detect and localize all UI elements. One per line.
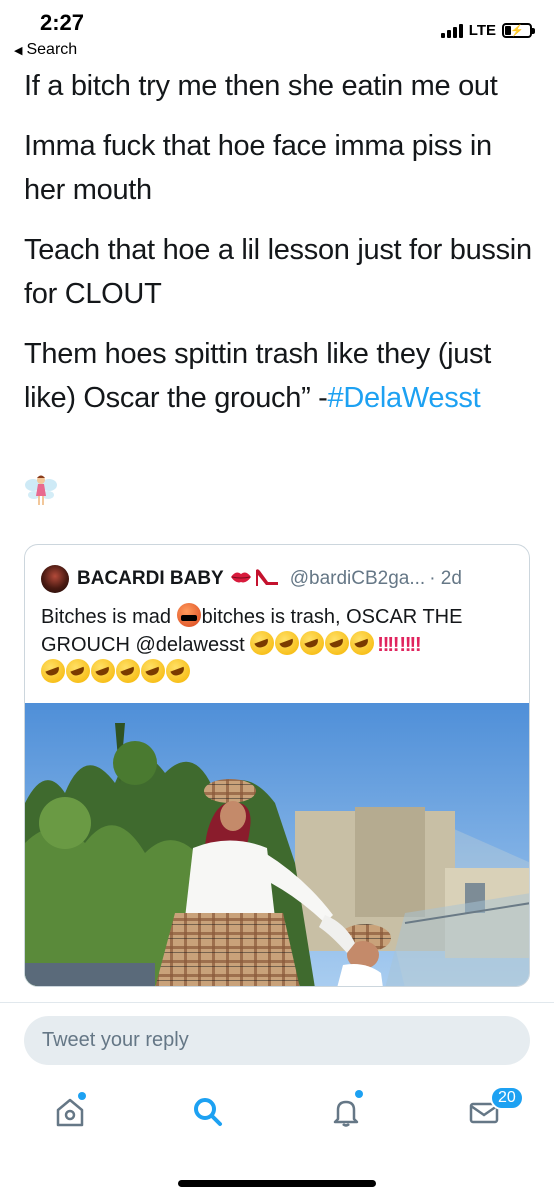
status-time: 2:27: [40, 10, 85, 35]
quoted-text-part: Bitches is mad: [41, 606, 172, 628]
quoted-author-name: BACARDI BABY: [77, 568, 224, 589]
back-arrow-icon: ◀: [14, 44, 23, 57]
quoted-tweet-text: Bitches is mad bitches is trash, OSCAR T…: [41, 603, 521, 687]
tweet-line: If a bitch try me then she eatin me out: [24, 70, 498, 102]
rofl-icon: [166, 659, 190, 683]
back-label: Search: [26, 41, 78, 58]
tweet-body: If a bitch try me then she eatin me out …: [24, 64, 536, 436]
tweet-line: Imma fuck that hoe face imma piss in her…: [24, 130, 492, 206]
reply-input[interactable]: Tweet your reply: [24, 1016, 530, 1065]
rofl-icon: [300, 631, 325, 655]
tweet-line: Teach that hoe a lil lesson just for bus…: [24, 234, 532, 310]
quoted-tweet-time: · 2d: [429, 568, 462, 589]
rofl-icon: [325, 631, 350, 655]
tab-bar: 20: [0, 1080, 554, 1160]
avatar[interactable]: [41, 565, 69, 593]
hashtag-link[interactable]: #DelaWesst: [328, 382, 481, 414]
unread-dot: [355, 1090, 363, 1098]
cursing-face-icon: [176, 603, 201, 627]
network-type: LTE: [468, 22, 496, 39]
divider: [0, 1002, 554, 1003]
quoted-tweet-card[interactable]: BACARDI BABY @bardiCB2ga... · 2d Bitches…: [24, 544, 530, 987]
tab-home[interactable]: [50, 1092, 90, 1134]
fairy-icon: [24, 472, 58, 508]
home-icon: [53, 1095, 87, 1134]
notifications-icon: [329, 1095, 363, 1134]
status-indicators: LTE ⚡: [440, 22, 535, 39]
double-exclamation-icon: ‼‼: [377, 634, 399, 656]
rofl-icon: [275, 631, 300, 655]
rofl-icon: [91, 659, 115, 683]
messages-badge: 20: [490, 1086, 524, 1110]
quoted-author-handle: @bardiCB2ga...: [289, 568, 426, 589]
rofl-icon: [350, 631, 375, 655]
search-icon: [191, 1095, 225, 1134]
unread-dot: [78, 1092, 86, 1100]
rofl-icon: [66, 659, 90, 683]
reply-placeholder: Tweet your reply: [42, 1029, 189, 1051]
rofl-icon: [250, 631, 275, 655]
rofl-icon: [116, 659, 140, 683]
charging-bolt-icon: ⚡: [510, 25, 524, 37]
tab-notifications[interactable]: [326, 1090, 366, 1134]
home-indicator[interactable]: [178, 1180, 376, 1187]
battery-icon: ⚡: [502, 23, 535, 38]
back-to-search-button[interactable]: ◀ Search: [14, 41, 77, 59]
double-exclamation-icon: ‼‼: [399, 634, 421, 656]
quoted-tweet-header: BACARDI BABY @bardiCB2ga... · 2d: [41, 565, 521, 593]
tweet-line-last: Them hoes spittin trash like they (just …: [24, 332, 536, 420]
signal-icon: [440, 23, 463, 38]
status-bar: 2:27 ◀ Search LTE ⚡: [0, 0, 554, 64]
lips-icon: [230, 570, 252, 589]
tab-search[interactable]: [188, 1094, 228, 1134]
high-heel-icon: [254, 566, 280, 593]
rofl-icon: [41, 659, 65, 683]
quoted-tweet-photo[interactable]: [25, 703, 529, 986]
rofl-icon: [141, 659, 165, 683]
